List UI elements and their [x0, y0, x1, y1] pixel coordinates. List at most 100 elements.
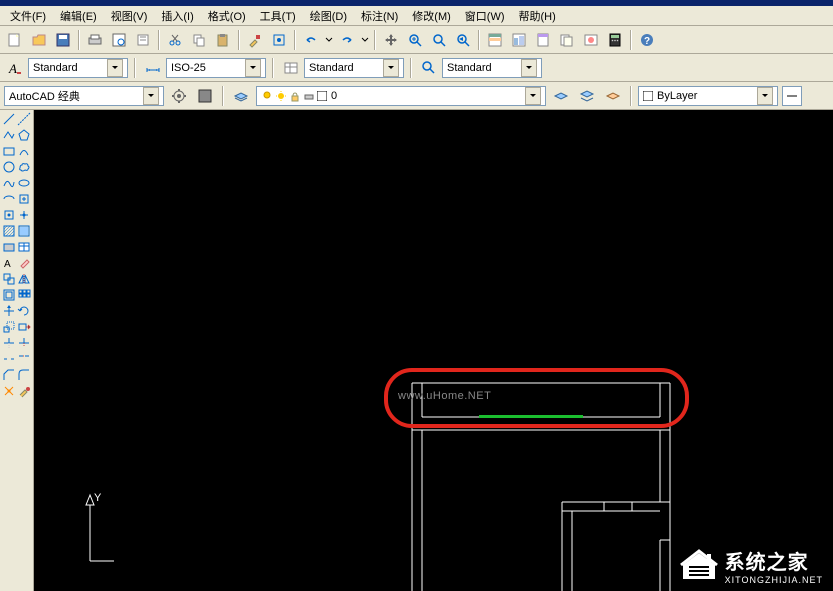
tool-palettes-button[interactable] — [532, 29, 554, 51]
region-tool[interactable] — [2, 240, 16, 254]
zoom-window-button[interactable] — [428, 29, 450, 51]
undo-dropdown[interactable] — [324, 36, 334, 44]
stretch-tool[interactable] — [17, 320, 31, 334]
layer-previous-button[interactable] — [550, 85, 572, 107]
block-editor-button[interactable] — [268, 29, 290, 51]
mtext-tool[interactable]: A — [2, 256, 16, 270]
table-style-icon[interactable] — [280, 57, 302, 79]
table-style-combo[interactable]: Standard — [304, 58, 404, 78]
extend-tool[interactable] — [17, 336, 31, 350]
chevron-down-icon[interactable] — [521, 59, 537, 77]
workspace-save-button[interactable] — [194, 85, 216, 107]
offset-tool[interactable] — [2, 288, 16, 302]
undo-button[interactable] — [300, 29, 322, 51]
table-tool[interactable] — [17, 240, 31, 254]
new-button[interactable] — [4, 29, 26, 51]
more-tools[interactable] — [17, 384, 31, 398]
polygon-tool[interactable] — [17, 128, 31, 142]
menu-tools[interactable]: 工具(T) — [254, 7, 302, 25]
construction-line-tool[interactable] — [17, 112, 31, 126]
fillet-tool[interactable] — [17, 368, 31, 382]
zoom-realtime-button[interactable] — [404, 29, 426, 51]
layer-states-button[interactable] — [576, 85, 598, 107]
text-style-combo[interactable]: Standard — [28, 58, 128, 78]
menu-draw[interactable]: 绘图(D) — [304, 7, 353, 25]
markup-button[interactable] — [580, 29, 602, 51]
plot-button[interactable] — [84, 29, 106, 51]
explode-tool[interactable] — [2, 384, 16, 398]
cut-button[interactable] — [164, 29, 186, 51]
zoom-previous-button[interactable] — [452, 29, 474, 51]
chevron-down-icon[interactable] — [143, 87, 159, 105]
copy-tool[interactable] — [2, 272, 16, 286]
gradient-tool[interactable] — [17, 224, 31, 238]
paste-button[interactable] — [212, 29, 234, 51]
pan-button[interactable] — [380, 29, 402, 51]
workspace-combo[interactable]: AutoCAD 经典 — [4, 86, 164, 106]
mleader-style-combo[interactable]: Standard — [442, 58, 542, 78]
menu-help[interactable]: 帮助(H) — [513, 7, 562, 25]
menu-window[interactable]: 窗口(W) — [459, 7, 511, 25]
point-tool[interactable] — [17, 208, 31, 222]
open-button[interactable] — [28, 29, 50, 51]
match-props-button[interactable] — [244, 29, 266, 51]
hatch-tool[interactable] — [2, 224, 16, 238]
redo-button[interactable] — [336, 29, 358, 51]
ellipse-arc-tool[interactable] — [2, 192, 16, 206]
text-style-icon[interactable]: A — [4, 57, 26, 79]
trim-tool[interactable] — [2, 336, 16, 350]
layer-combo[interactable]: 0 — [256, 86, 546, 106]
properties-button[interactable] — [484, 29, 506, 51]
chevron-down-icon[interactable] — [245, 59, 261, 77]
drawing-canvas[interactable]: www.uHome.NET Y 系统之家 XITONGZHIJIA.NET — [34, 110, 833, 591]
circle-tool[interactable] — [2, 160, 16, 174]
publish-button[interactable] — [132, 29, 154, 51]
help-button[interactable]: ? — [636, 29, 658, 51]
layer-match-button[interactable] — [602, 85, 624, 107]
chevron-down-icon[interactable] — [757, 87, 773, 105]
join-tool[interactable] — [17, 352, 31, 366]
dim-style-icon[interactable] — [142, 57, 164, 79]
chevron-down-icon[interactable] — [525, 87, 541, 105]
chevron-down-icon[interactable] — [383, 59, 399, 77]
menu-view[interactable]: 视图(V) — [105, 7, 154, 25]
erase-tool[interactable] — [17, 256, 31, 270]
menu-dimension[interactable]: 标注(N) — [355, 7, 404, 25]
move-tool[interactable] — [2, 304, 16, 318]
plot-preview-button[interactable] — [108, 29, 130, 51]
menu-edit[interactable]: 编辑(E) — [54, 7, 103, 25]
rectangle-tool[interactable] — [2, 144, 16, 158]
design-center-button[interactable] — [508, 29, 530, 51]
layer-props-button[interactable] — [230, 85, 252, 107]
redo-dropdown[interactable] — [360, 36, 370, 44]
color-combo[interactable]: ByLayer — [638, 86, 778, 106]
break-tool[interactable] — [2, 352, 16, 366]
sheet-set-button[interactable] — [556, 29, 578, 51]
chevron-down-icon[interactable] — [107, 59, 123, 77]
dim-style-combo[interactable]: ISO-25 — [166, 58, 266, 78]
mleader-style-icon[interactable] — [418, 57, 440, 79]
dim-style-value: ISO-25 — [171, 62, 206, 74]
chamfer-tool[interactable] — [2, 368, 16, 382]
scale-tool[interactable] — [2, 320, 16, 334]
menu-file[interactable]: 文件(F) — [4, 7, 52, 25]
polyline-tool[interactable] — [2, 128, 16, 142]
save-button[interactable] — [52, 29, 74, 51]
menu-modify[interactable]: 修改(M) — [406, 7, 457, 25]
mirror-tool[interactable] — [17, 272, 31, 286]
revcloud-tool[interactable] — [17, 160, 31, 174]
make-block-tool[interactable] — [2, 208, 16, 222]
insert-block-tool[interactable] — [17, 192, 31, 206]
spline-tool[interactable] — [2, 176, 16, 190]
rotate-tool[interactable] — [17, 304, 31, 318]
arc-tool[interactable] — [17, 144, 31, 158]
menu-format[interactable]: 格式(O) — [202, 7, 252, 25]
array-tool[interactable] — [17, 288, 31, 302]
ellipse-tool[interactable] — [17, 176, 31, 190]
line-tool[interactable] — [2, 112, 16, 126]
copy-button[interactable] — [188, 29, 210, 51]
linetype-combo[interactable] — [782, 86, 802, 106]
menu-insert[interactable]: 插入(I) — [155, 7, 199, 25]
quickcalc-button[interactable] — [604, 29, 626, 51]
workspace-settings-button[interactable] — [168, 85, 190, 107]
